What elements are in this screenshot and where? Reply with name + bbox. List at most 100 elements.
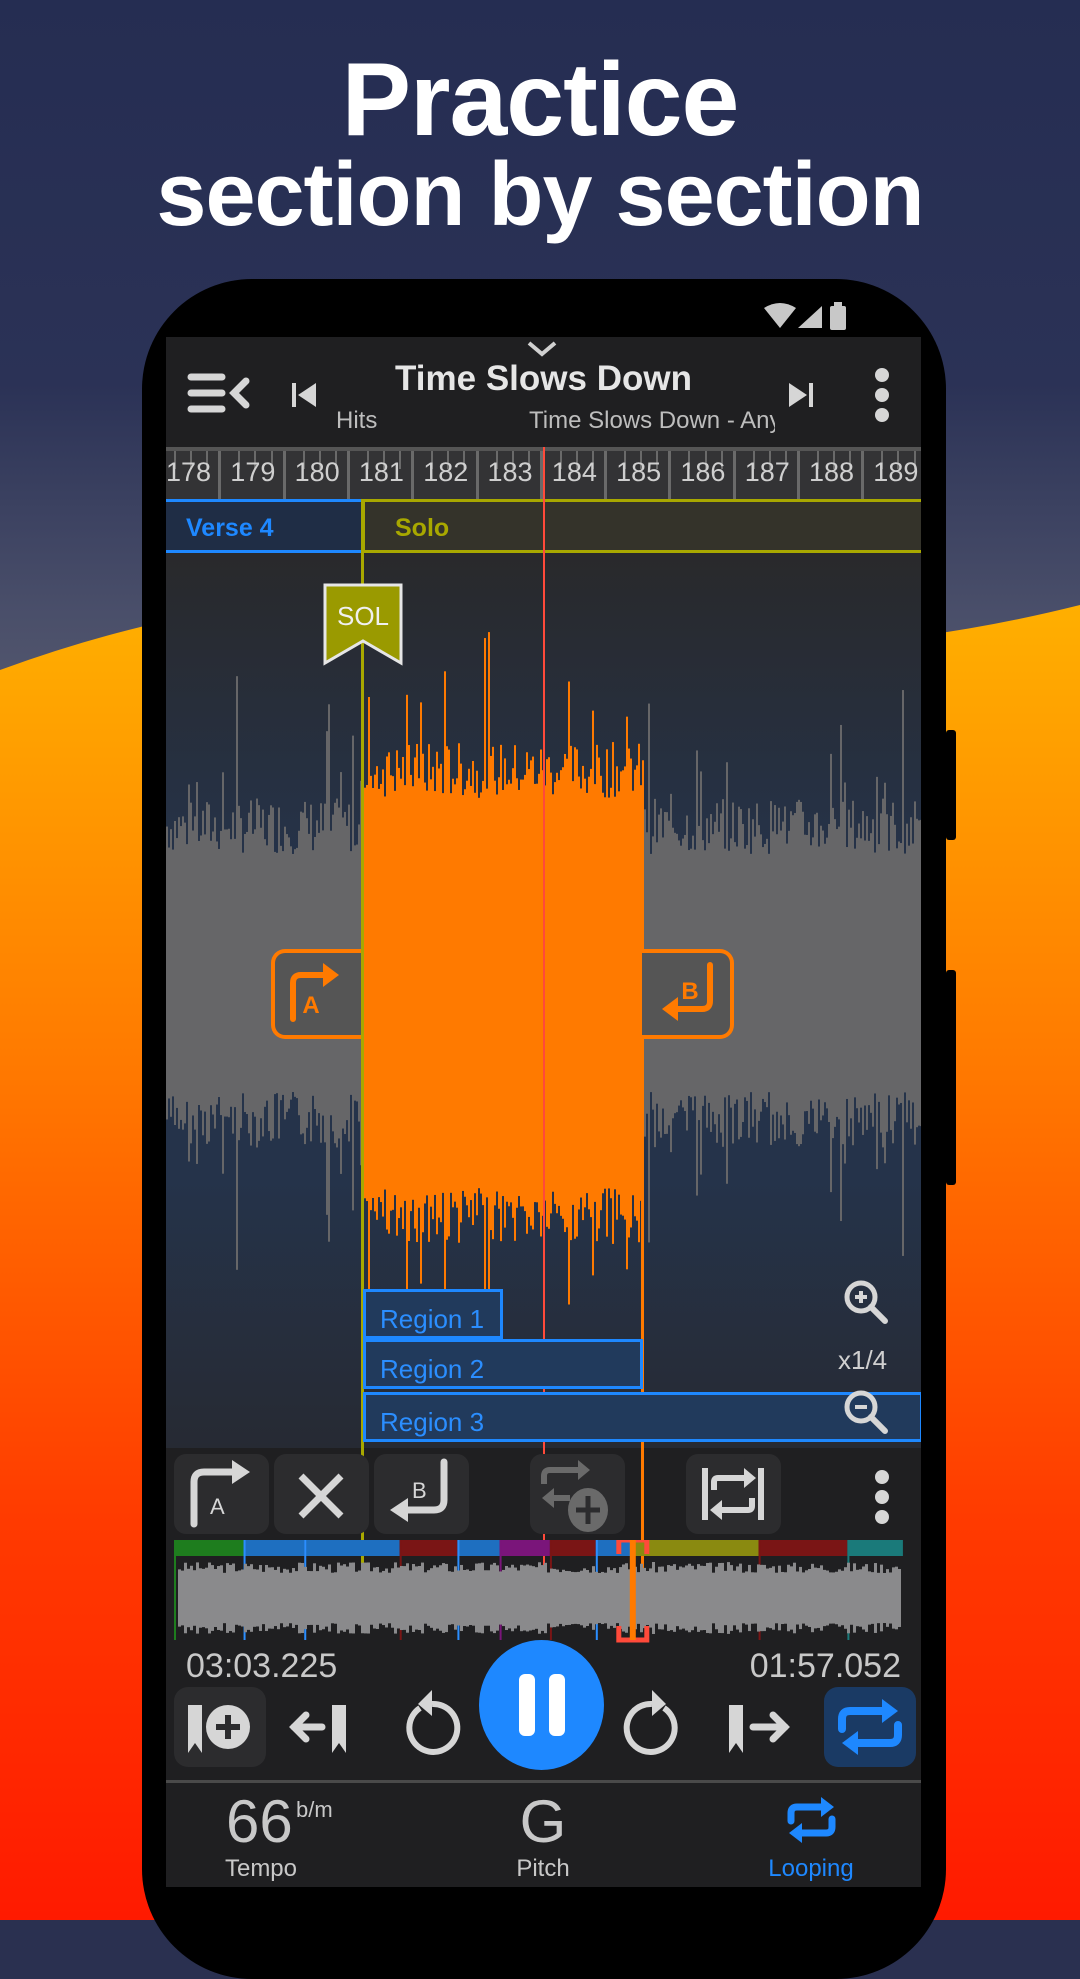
- ruler-tick: [346, 451, 350, 503]
- waveform-bar: [188, 784, 190, 1162]
- loop-waveform-bar: [582, 765, 584, 1221]
- forward-icon[interactable]: [616, 1682, 686, 1766]
- overview-wave-bar: [487, 1570, 490, 1626]
- zoom-in-icon[interactable]: [841, 1277, 891, 1327]
- tab-tempo[interactable]: 66 b/m Tempo: [186, 1787, 336, 1883]
- overview-wave-bar: [802, 1572, 805, 1624]
- overview-wave-bar: [496, 1565, 499, 1631]
- overview-wave-bar: [676, 1569, 679, 1627]
- overview-wave-bar: [856, 1569, 859, 1627]
- loop-waveform-bar: [620, 771, 622, 1215]
- previous-marker-icon[interactable]: [286, 1687, 366, 1767]
- overview-wave-bar: [280, 1572, 283, 1624]
- song-overview[interactable]: [174, 1540, 914, 1650]
- overview-wave-bar: [706, 1562, 709, 1634]
- overview-wave-bar: [769, 1567, 772, 1629]
- add-loop-icon: [541, 1460, 608, 1532]
- overview-wave-bar: [895, 1566, 898, 1630]
- region-3[interactable]: Region 3: [363, 1392, 921, 1442]
- loop-waveform-bar: [494, 780, 496, 1206]
- overview-wave-bar: [553, 1568, 556, 1628]
- more-vertical-icon[interactable]: [872, 1467, 892, 1527]
- overview-wave-bar: [703, 1565, 706, 1631]
- promo-subheadline: section by section: [156, 145, 924, 245]
- loop-waveform-bar: [610, 787, 612, 1199]
- overview-wave-bar: [403, 1566, 406, 1630]
- overview-section: [174, 1540, 244, 1556]
- waveform-bar: [842, 801, 844, 1145]
- overview-wave-bar: [796, 1571, 799, 1625]
- loop-waveform-bar: [632, 790, 634, 1196]
- region-1[interactable]: Region 1: [363, 1289, 503, 1339]
- overview-wave-bar: [205, 1567, 208, 1629]
- waveform-bar: [794, 813, 796, 1133]
- overview-wave-bar: [325, 1569, 328, 1627]
- next-marker-icon[interactable]: [721, 1687, 801, 1767]
- loop-waveform-bar: [524, 774, 526, 1212]
- loop-start-handle[interactable]: A: [271, 949, 361, 1039]
- overview-wave-bar: [448, 1571, 451, 1625]
- overview-wave-bar: [808, 1569, 811, 1627]
- play-pause-button[interactable]: [479, 1640, 604, 1770]
- measure-number: 181: [358, 457, 404, 487]
- overview-wave-bar: [466, 1569, 469, 1627]
- waveform-bar: [742, 824, 744, 1122]
- overview-wave-bar: [505, 1565, 508, 1631]
- replay-icon[interactable]: [398, 1682, 468, 1766]
- waveform-bar: [808, 822, 810, 1124]
- waveform-bar: [210, 840, 212, 1106]
- loop-waveform-bar: [638, 743, 640, 1243]
- loop-waveform-bar: [374, 774, 376, 1212]
- overview-wave-bar: [520, 1564, 523, 1632]
- waveform-bar: [242, 852, 244, 1094]
- loop-waveform-bar: [402, 756, 404, 1230]
- waveform-bar: [256, 798, 258, 1148]
- waveform-bar: [182, 816, 184, 1130]
- waveform-bar: [832, 807, 834, 1139]
- overview-wave-bar: [790, 1566, 793, 1630]
- overview-wave-bar: [694, 1569, 697, 1627]
- add-marker-button[interactable]: [174, 1687, 266, 1767]
- loop-waveform-bar: [474, 792, 476, 1194]
- section-marker-flag[interactable]: SOL: [323, 583, 405, 667]
- set-loop-end-button[interactable]: B: [374, 1454, 469, 1534]
- loop-to-markers-button[interactable]: [686, 1454, 781, 1534]
- waveform-bar: [780, 830, 782, 1116]
- section-verse-4[interactable]: Verse 4: [166, 499, 362, 553]
- loop-waveform-bar: [386, 756, 388, 1230]
- overview-wave-bar: [421, 1562, 424, 1634]
- loop-toggle-button[interactable]: [824, 1687, 916, 1767]
- add-loop-button[interactable]: [530, 1454, 625, 1534]
- measure-number: 178: [166, 457, 212, 487]
- overview-wave-bar: [754, 1572, 757, 1624]
- overview-wave-bar: [301, 1562, 304, 1634]
- chevron-down-icon[interactable]: [525, 339, 559, 359]
- overview-wave-bar: [283, 1568, 286, 1628]
- region-2[interactable]: Region 2: [363, 1339, 643, 1389]
- overview-wave-bar: [439, 1565, 442, 1631]
- more-vertical-icon[interactable]: [872, 365, 892, 425]
- loop-waveform-bar: [500, 744, 502, 1242]
- tab-pitch[interactable]: G Pitch: [468, 1787, 618, 1883]
- overview-wave-bar: [313, 1563, 316, 1633]
- overview-wave-bar: [787, 1564, 790, 1632]
- section-solo[interactable]: Solo: [362, 499, 921, 553]
- loop-waveform-bar: [506, 784, 508, 1202]
- marker-label: SOL: [337, 601, 389, 631]
- loop-end-handle[interactable]: B: [642, 949, 734, 1039]
- overview-wave-bar: [178, 1569, 181, 1627]
- skip-next-icon[interactable]: [781, 377, 817, 413]
- loop-waveform-bar: [538, 773, 540, 1213]
- clear-loop-button[interactable]: [274, 1454, 369, 1534]
- loop-waveform-bar: [628, 748, 630, 1238]
- waveform-bar: [240, 818, 242, 1128]
- loop-waveform-bar: [522, 779, 524, 1207]
- zoom-out-icon[interactable]: [841, 1387, 891, 1437]
- waveform-bar: [772, 831, 774, 1115]
- overview-wave-bar: [277, 1566, 280, 1630]
- waveform-bar: [814, 814, 816, 1132]
- set-loop-start-button[interactable]: A: [174, 1454, 269, 1534]
- overview-wave-bar: [358, 1570, 361, 1626]
- overview-wave-bar: [898, 1569, 901, 1627]
- tab-looping[interactable]: Looping: [736, 1787, 886, 1883]
